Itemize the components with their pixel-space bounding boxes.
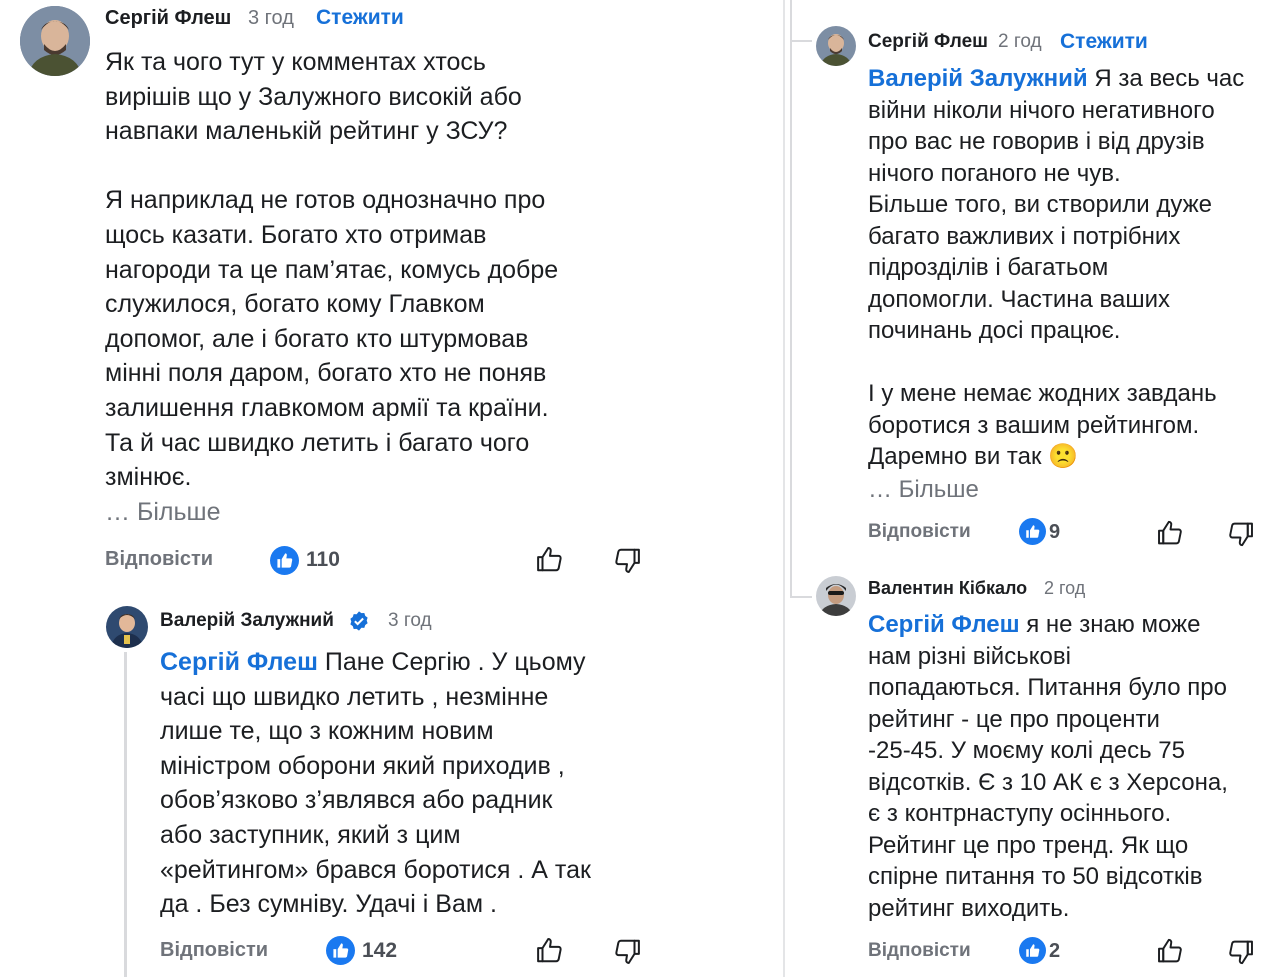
comment-time: 2 год <box>998 31 1042 52</box>
comment-text: війни ніколи нічого негативного про вас … <box>868 96 1217 439</box>
comment-text: Сергій Флеш Пане Сергію . У цьому <box>160 645 680 680</box>
comment-text-first: Пане Сергію . У цьому <box>317 648 586 676</box>
thread-connector <box>790 40 812 42</box>
reply-button[interactable]: Відповісти <box>160 939 268 962</box>
comment-author[interactable]: Валентин Кібкало <box>868 578 1027 599</box>
comment-author[interactable]: Сергій Флеш <box>105 7 231 30</box>
comment-text: часі що швидко летить , незмінне лише те… <box>160 682 591 919</box>
comment-time: 2 год <box>1044 578 1086 598</box>
thread-line <box>790 42 792 598</box>
reply-button[interactable]: Відповісти <box>868 521 971 543</box>
sad-face-emoji-icon: 🙁 <box>1048 443 1079 470</box>
thumbs-down-icon[interactable] <box>1226 520 1255 554</box>
avatar[interactable] <box>816 576 856 616</box>
see-more-link[interactable]: … Більше <box>868 476 979 504</box>
avatar[interactable] <box>106 606 148 648</box>
comment-time: 3 год <box>388 610 432 631</box>
see-more-link[interactable]: … Більше <box>105 498 220 527</box>
comment-author[interactable]: Валерій Залужний <box>160 610 334 632</box>
comment-text: нам різні військові попадаються. Питання… <box>868 642 1228 922</box>
comment-text-last-line: Даремно ви так <box>868 443 1042 470</box>
like-reaction-icon <box>270 546 299 575</box>
thumbs-up-icon[interactable] <box>1156 936 1185 970</box>
like-reaction-icon <box>1019 937 1046 964</box>
comment-text: Сергій Флеш я не знаю може <box>868 609 1268 641</box>
thumbs-up-icon[interactable] <box>535 935 565 970</box>
like-count[interactable]: 142 <box>362 939 397 963</box>
thread-line <box>790 0 792 40</box>
reply-button[interactable]: Відповісти <box>105 548 213 571</box>
comment-time: 3 год <box>248 7 294 29</box>
avatar[interactable] <box>816 26 856 66</box>
comment-author[interactable]: Сергій Флеш <box>868 31 988 53</box>
like-count[interactable]: 110 <box>306 548 340 572</box>
reply-button[interactable]: Відповісти <box>868 940 971 962</box>
comment-text-first: я не знаю може <box>1019 611 1201 638</box>
verified-badge-icon <box>348 610 370 637</box>
mention-link[interactable]: Сергій Флеш <box>868 611 1020 638</box>
thumbs-down-icon[interactable] <box>1226 938 1255 972</box>
mention-link[interactable]: Сергій Флеш <box>160 648 318 676</box>
thumbs-up-icon[interactable] <box>535 544 565 579</box>
mention-link[interactable]: Валерій Залужний <box>868 65 1088 92</box>
follow-button[interactable]: Стежити <box>316 6 404 30</box>
like-reaction-icon <box>1019 518 1046 545</box>
thumbs-down-icon[interactable] <box>612 937 642 972</box>
column-divider <box>783 0 785 977</box>
thumbs-down-icon[interactable] <box>612 546 642 581</box>
comment-text-last: Даремно ви так 🙁 <box>868 441 1268 473</box>
like-count[interactable]: 2 <box>1049 940 1060 963</box>
like-count[interactable]: 9 <box>1049 521 1060 544</box>
comment-text: Валерій Залужний Я за весь час <box>868 63 1268 95</box>
thumbs-up-icon[interactable] <box>1156 518 1185 552</box>
avatar[interactable] <box>20 6 90 76</box>
like-reaction-icon <box>326 936 355 965</box>
comment-text: Як та чого тут у комментах хтось вирішів… <box>105 48 559 492</box>
thread-line <box>124 652 127 977</box>
follow-button[interactable]: Стежити <box>1060 30 1148 54</box>
comment-text-first: Я за весь час <box>1087 65 1245 92</box>
thread-connector <box>790 596 812 598</box>
